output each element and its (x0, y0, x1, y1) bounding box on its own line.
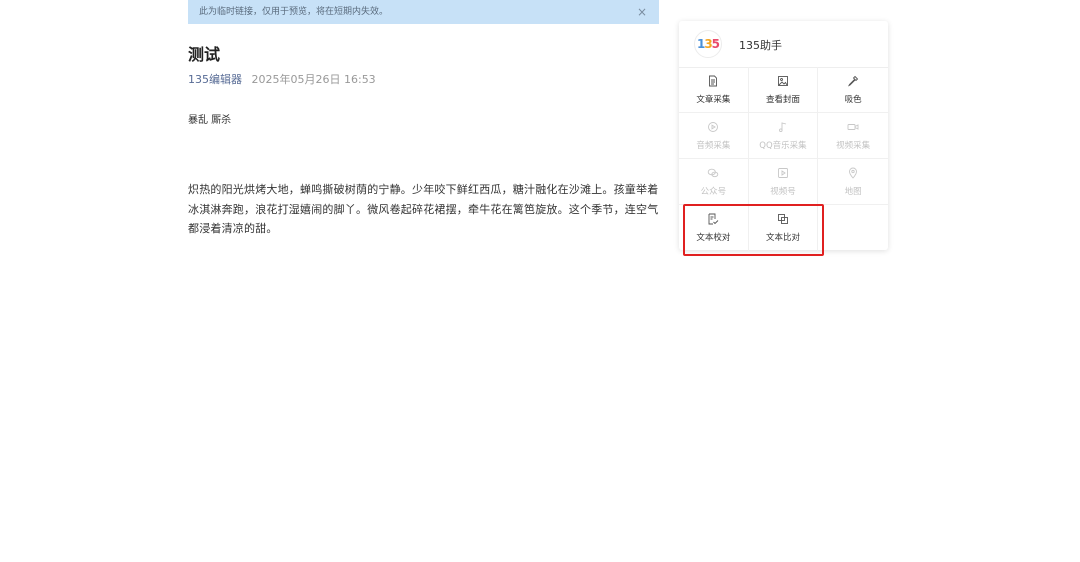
tool-official-account[interactable]: 公众号 (679, 159, 749, 204)
video-camera-icon (847, 123, 859, 130)
article-meta: 135编辑器 2025年05月26日 16:53 (188, 71, 376, 87)
temporary-link-notice: 此为临时链接，仅用于预览，将在短期内失效。 × (188, 0, 659, 24)
close-icon[interactable]: × (637, 0, 647, 24)
wechat-icon (708, 168, 719, 177)
app-logo: 135 (694, 30, 722, 58)
proofread-icon (708, 213, 719, 225)
tool-grid: 文章采集 查看封面 吸色 音频采集 QQ音乐采集 视频采集 公众号 视频号 地图… (679, 67, 888, 251)
tool-channels[interactable]: 视频号 (749, 159, 819, 204)
tool-audio-collect[interactable]: 音频采集 (679, 113, 749, 158)
panel-header: 135 135助手 (679, 21, 888, 68)
tool-view-cover[interactable]: 查看封面 (749, 67, 819, 112)
empty-cell (818, 205, 888, 251)
tool-article-collect[interactable]: 文章采集 (679, 67, 749, 112)
map-pin-icon (849, 167, 858, 179)
tool-video-collect[interactable]: 视频采集 (818, 113, 888, 158)
author-link[interactable]: 135编辑器 (188, 73, 242, 86)
audio-icon (708, 121, 719, 132)
document-icon (709, 75, 718, 86)
play-box-icon (778, 167, 788, 178)
tool-text-compare[interactable]: 文本比对 (749, 205, 819, 251)
page-title: 测试 (188, 45, 221, 64)
tool-qq-music-collect[interactable]: QQ音乐采集 (749, 113, 819, 158)
eyedropper-icon (848, 75, 859, 87)
notice-text: 此为临时链接，仅用于预览，将在短期内失效。 (199, 7, 389, 17)
tool-eyedropper[interactable]: 吸色 (818, 67, 888, 112)
article-body: 炽热的阳光烘烤大地，蝉鸣撕破树荫的宁静。少年咬下鲜红西瓜，糖汁融化在沙滩上。孩童… (188, 183, 659, 235)
music-note-icon (779, 121, 787, 132)
compare-icon (778, 214, 788, 224)
panel-name: 135助手 (739, 39, 782, 52)
article-tags: 暴乱 厮杀 (188, 115, 232, 126)
tool-text-proofread[interactable]: 文本校对 (679, 205, 749, 251)
publish-date: 2025年05月26日 16:53 (251, 73, 376, 86)
tool-map[interactable]: 地图 (818, 159, 888, 204)
assistant-panel: 135 135助手 文章采集 查看封面 吸色 音频采集 QQ音乐采集 视频采集 … (679, 21, 888, 251)
image-icon (778, 75, 788, 86)
